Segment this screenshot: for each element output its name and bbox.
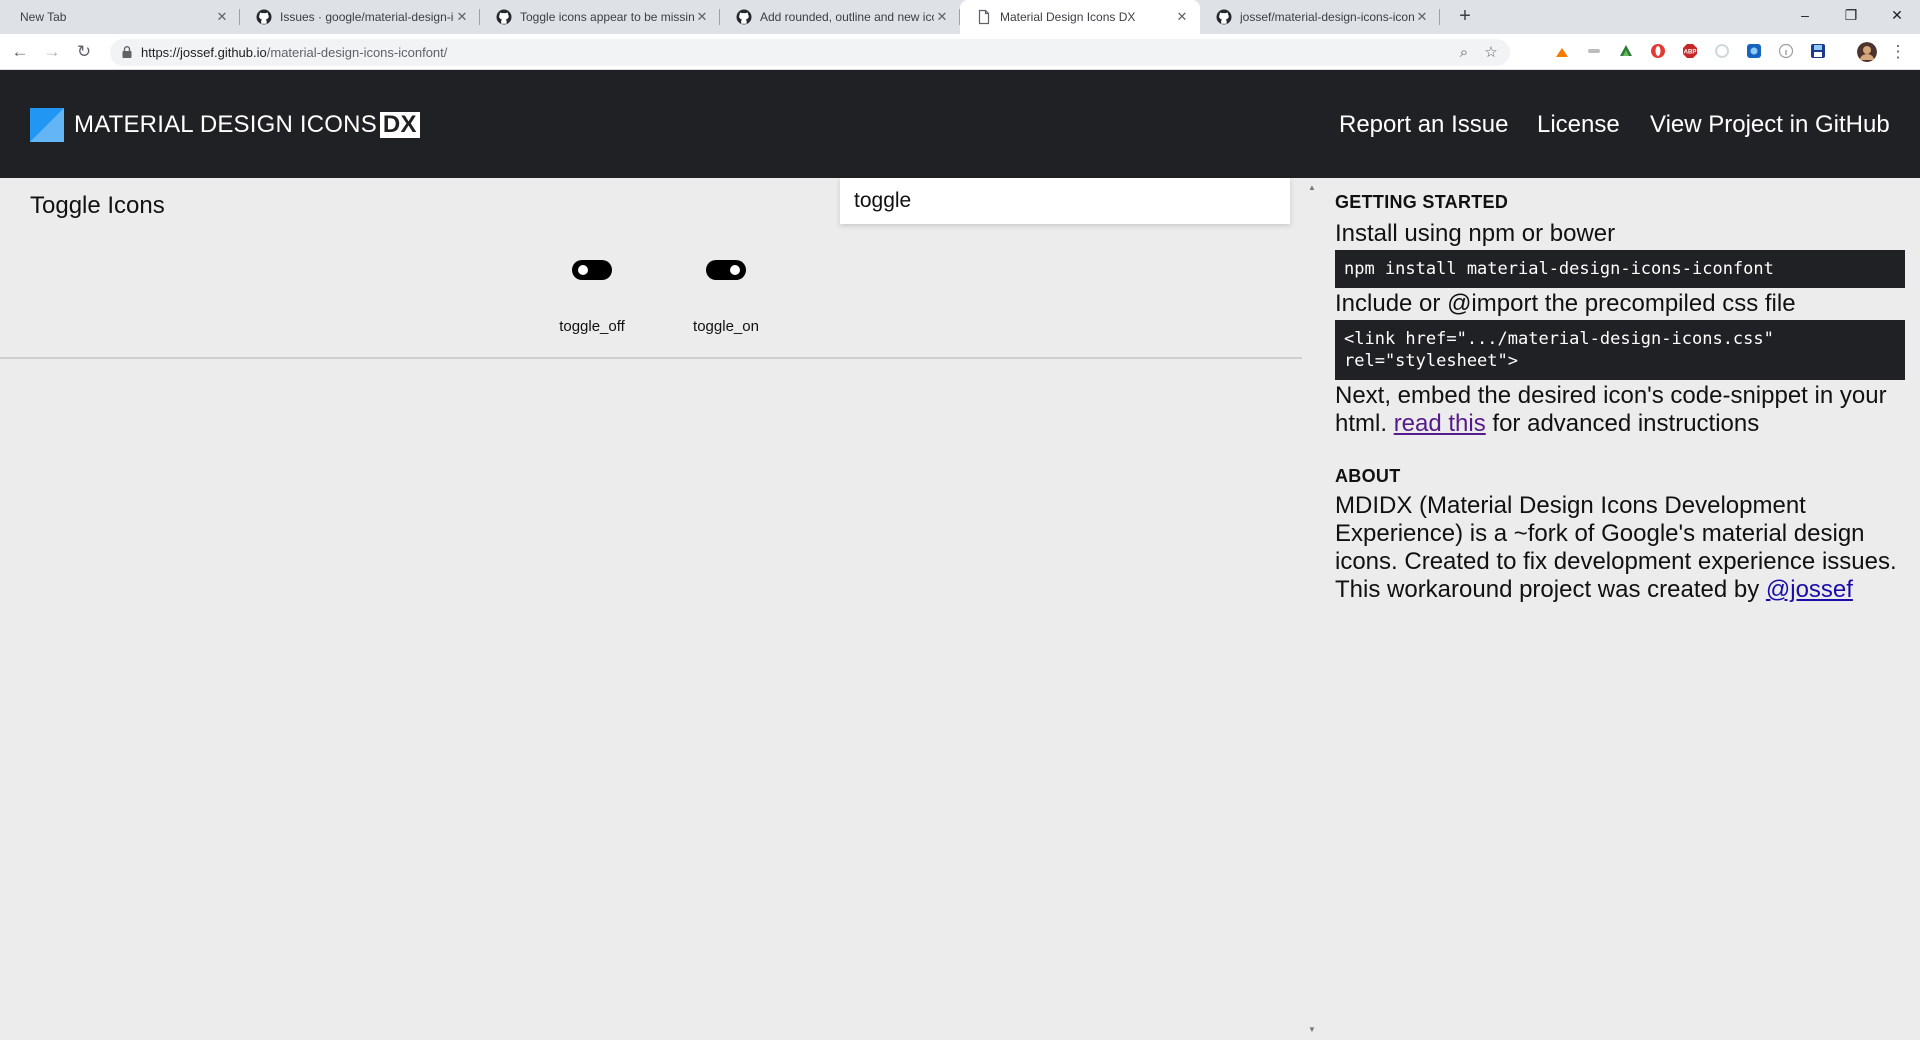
icon-card-toggle-off[interactable]: toggle_off bbox=[525, 252, 659, 342]
tab-github-issues[interactable]: Issues · google/material-design-icons ✕ bbox=[240, 0, 480, 34]
tab-add-rounded-icons[interactable]: Add rounded, outline and new icons ✕ bbox=[720, 0, 960, 34]
close-icon[interactable]: ✕ bbox=[694, 9, 710, 25]
close-icon[interactable]: ✕ bbox=[1174, 9, 1190, 25]
browser-tab-strip: New Tab ✕ Issues · google/material-desig… bbox=[0, 0, 1920, 34]
material-design-logo-icon[interactable] bbox=[30, 108, 64, 142]
close-icon[interactable]: ✕ bbox=[934, 9, 950, 25]
tab-title: New Tab bbox=[20, 10, 67, 24]
github-icon bbox=[1216, 9, 1232, 25]
svg-text:ABP: ABP bbox=[1684, 50, 1697, 56]
github-icon bbox=[256, 9, 272, 25]
search-input[interactable] bbox=[840, 178, 1290, 224]
url-text: https://jossef.github.io/material-design… bbox=[141, 45, 447, 60]
tab-title: Issues · google/material-design-icons bbox=[280, 10, 454, 24]
tab-title: jossef/material-design-icons-iconfont bbox=[1240, 10, 1414, 24]
extension-opera-icon[interactable] bbox=[1650, 43, 1666, 59]
nav-report-issue-link[interactable]: Report an Issue bbox=[1339, 110, 1508, 140]
adblock-plus-icon[interactable]: ABP bbox=[1682, 43, 1698, 59]
install-code-block[interactable]: npm install material-design-icons-iconfo… bbox=[1335, 250, 1905, 288]
embed-text: Next, embed the desired icon's code-snip… bbox=[1335, 382, 1905, 438]
extension-blue-icon[interactable] bbox=[1746, 43, 1762, 59]
page-icon bbox=[978, 9, 990, 25]
tab-material-design-icons-dx[interactable]: Material Design Icons DX ✕ bbox=[960, 0, 1200, 34]
close-icon[interactable]: ✕ bbox=[454, 9, 470, 25]
avatar[interactable] bbox=[1857, 42, 1877, 62]
sidebar: GETTING STARTED Install using npm or bow… bbox=[1335, 190, 1905, 604]
zoom-icon[interactable]: ⌕ bbox=[1455, 44, 1473, 62]
new-tab-button[interactable]: + bbox=[1453, 5, 1477, 29]
reload-button[interactable]: ↻ bbox=[72, 40, 96, 64]
tab-title: Material Design Icons DX bbox=[1000, 10, 1136, 24]
tab-title: Toggle icons appear to be missing bbox=[520, 10, 694, 24]
about-heading: ABOUT bbox=[1335, 466, 1401, 486]
close-icon[interactable]: ✕ bbox=[1414, 9, 1430, 25]
minimize-button[interactable]: – bbox=[1782, 0, 1828, 34]
close-icon[interactable]: ✕ bbox=[214, 9, 230, 25]
nav-github-link[interactable]: View Project in GitHub bbox=[1650, 110, 1890, 140]
close-window-button[interactable]: ✕ bbox=[1874, 0, 1920, 34]
icon-label: toggle_on bbox=[693, 318, 759, 335]
address-bar[interactable]: https://jossef.github.io/material-design… bbox=[110, 39, 1510, 66]
brand-text: MATERIAL DESIGN ICONS bbox=[74, 111, 377, 138]
install-text: Install using npm or bower bbox=[1335, 220, 1616, 247]
url-path: /material-design-icons-iconfont/ bbox=[266, 45, 448, 60]
extension-light-icon[interactable] bbox=[1714, 43, 1730, 59]
github-icon bbox=[736, 9, 752, 25]
chrome-menu-icon[interactable]: ⋮ bbox=[1886, 40, 1910, 64]
section-title: Toggle Icons bbox=[30, 192, 165, 219]
github-icon bbox=[496, 9, 512, 25]
tab-toggle-icons-issue[interactable]: Toggle icons appear to be missing ✕ bbox=[480, 0, 720, 34]
bookmark-star-icon[interactable]: ☆ bbox=[1482, 44, 1500, 62]
tab-title: Add rounded, outline and new icons bbox=[760, 10, 934, 24]
lock-icon bbox=[122, 46, 132, 58]
extension-triangle-orange-icon[interactable] bbox=[1554, 44, 1570, 60]
restore-button[interactable]: ❐ bbox=[1828, 0, 1874, 34]
include-text: Include or @import the precompiled css f… bbox=[1335, 290, 1796, 317]
icon-card-toggle-on[interactable]: toggle_on bbox=[659, 252, 793, 342]
nav-license-link[interactable]: License bbox=[1537, 110, 1620, 140]
scroll-up-arrow[interactable]: ▲ bbox=[1305, 182, 1319, 194]
about-text: MDIDX (Material Design Icons Development… bbox=[1335, 492, 1905, 604]
extension-green-triangle-icon[interactable] bbox=[1618, 43, 1634, 59]
include-code-block[interactable]: <link href=".../material-design-icons.cs… bbox=[1335, 320, 1905, 380]
site-brand[interactable]: MATERIAL DESIGN ICONS DX bbox=[74, 110, 420, 140]
embed-text-after: for advanced instructions bbox=[1485, 410, 1760, 437]
back-button[interactable]: ← bbox=[8, 40, 32, 64]
extension-save-icon[interactable] bbox=[1810, 43, 1826, 59]
url-host: https://jossef.github.io bbox=[141, 45, 267, 60]
getting-started-heading: GETTING STARTED bbox=[1335, 192, 1509, 212]
search-box bbox=[840, 178, 1290, 224]
author-link[interactable]: @jossef bbox=[1766, 576, 1853, 603]
scroll-down-arrow[interactable]: ▼ bbox=[1305, 1024, 1319, 1036]
extension-info-icon[interactable] bbox=[1778, 43, 1794, 59]
results-divider bbox=[0, 357, 1302, 359]
brand-badge: DX bbox=[379, 112, 420, 138]
tab-new-tab[interactable]: New Tab ✕ bbox=[0, 0, 240, 34]
forward-button[interactable]: → bbox=[40, 40, 64, 64]
toggle-off-icon bbox=[572, 260, 612, 280]
toggle-on-icon bbox=[706, 260, 746, 280]
site-header: MATERIAL DESIGN ICONS DX Report an Issue … bbox=[0, 70, 1920, 178]
icon-label: toggle_off bbox=[559, 318, 625, 335]
read-this-link[interactable]: read this bbox=[1394, 410, 1486, 437]
extension-gray-icon[interactable] bbox=[1586, 43, 1602, 59]
tab-github-repo[interactable]: jossef/material-design-icons-iconfont ✕ bbox=[1200, 0, 1440, 34]
